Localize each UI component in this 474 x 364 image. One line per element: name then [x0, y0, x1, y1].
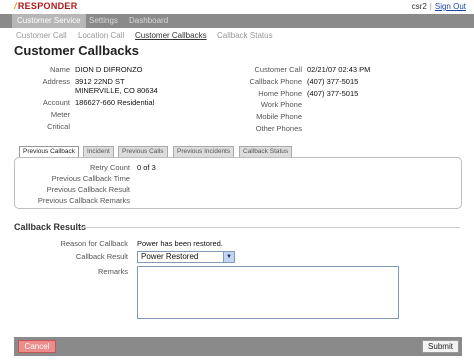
home-phone-value: (407) 377-5015 — [307, 89, 359, 98]
previous-callback-time-label: Previous Callback Time — [51, 174, 130, 183]
subnav-customer-call[interactable]: Customer Call — [16, 30, 67, 42]
footer-bar: Cancel Submit — [14, 337, 462, 356]
callback-results-title: Callback Results — [14, 222, 87, 232]
customer-call-value: 02/21/07 02:43 PM — [307, 65, 371, 74]
tab-previous-incidents[interactable]: Previous Incidents — [173, 146, 235, 157]
callback-result-selected: Power Restored — [141, 252, 199, 261]
tab-incident[interactable]: Incident — [83, 146, 114, 157]
tab-previous-calls[interactable]: Previous Calls — [118, 146, 168, 157]
address-label: Address — [42, 77, 70, 86]
logo-text: RESPONDER — [17, 1, 78, 11]
nav-customer-service[interactable]: Customer Service — [12, 14, 86, 28]
retry-count-label: Retry Count — [89, 163, 130, 172]
tab-callback-status[interactable]: Callback Status — [239, 146, 293, 157]
reason-value: Power has been restored. — [137, 239, 223, 248]
submit-button[interactable]: Submit — [422, 340, 459, 353]
callback-phone-label: Callback Phone — [249, 77, 302, 86]
remarks-label: Remarks — [97, 267, 128, 276]
main-nav: Customer Service Settings Dashboard — [0, 14, 474, 28]
name-value: DION D DIFRONZO — [75, 65, 143, 74]
work-phone-label: Work Phone — [260, 100, 302, 109]
address-line1: 3912 22ND ST — [75, 77, 125, 86]
account-label: Account — [42, 98, 70, 107]
sub-nav: Customer Call Location Call Customer Cal… — [0, 30, 474, 42]
user-area: csr2 | Sign Out — [412, 2, 466, 11]
section-divider — [80, 227, 460, 228]
other-phones-label: Other Phones — [255, 124, 302, 133]
subnav-location-call[interactable]: Location Call — [78, 30, 124, 42]
mobile-phone-label: Mobile Phone — [256, 112, 302, 121]
top-bar: /RESPONDER csr2 | Sign Out — [0, 0, 474, 14]
username: csr2 — [411, 2, 427, 11]
previous-callback-result-label: Previous Callback Result — [46, 185, 130, 194]
reason-label: Reason for Callback — [60, 239, 128, 248]
tab-previous-callback[interactable]: Previous Callback — [19, 146, 80, 157]
meter-label: Meter — [50, 110, 70, 119]
remarks-textarea[interactable] — [137, 266, 399, 319]
nav-settings[interactable]: Settings — [89, 14, 118, 28]
customer-call-label: Customer Call — [254, 65, 302, 74]
callback-result-select[interactable]: Power Restored ▼ — [137, 251, 235, 263]
name-label: Name — [49, 65, 70, 74]
subnav-customer-callbacks[interactable]: Customer Callbacks — [135, 30, 207, 42]
address-line2: MINERVILLE, CO 80634 — [75, 86, 158, 95]
callback-result-label: Callback Result — [75, 252, 128, 261]
nav-dashboard[interactable]: Dashboard — [129, 14, 168, 28]
critical-label: Critical — [47, 122, 70, 131]
retry-count-value: 0 of 3 — [137, 163, 156, 172]
subnav-callback-status[interactable]: Callback Status — [217, 30, 273, 42]
home-phone-label: Home Phone — [258, 89, 302, 98]
page-title: Customer Callbacks — [14, 43, 139, 58]
app-logo: /RESPONDER — [14, 1, 78, 11]
cancel-button[interactable]: Cancel — [18, 340, 56, 353]
separator: | — [429, 2, 432, 11]
chevron-down-icon[interactable]: ▼ — [223, 252, 234, 262]
previous-callback-remarks-label: Previous Callback Remarks — [37, 196, 130, 205]
account-value: 186627-660 Residential — [75, 98, 155, 107]
callback-phone-value: (407) 377-5015 — [307, 77, 359, 86]
sign-out-link[interactable]: Sign Out — [435, 2, 466, 11]
